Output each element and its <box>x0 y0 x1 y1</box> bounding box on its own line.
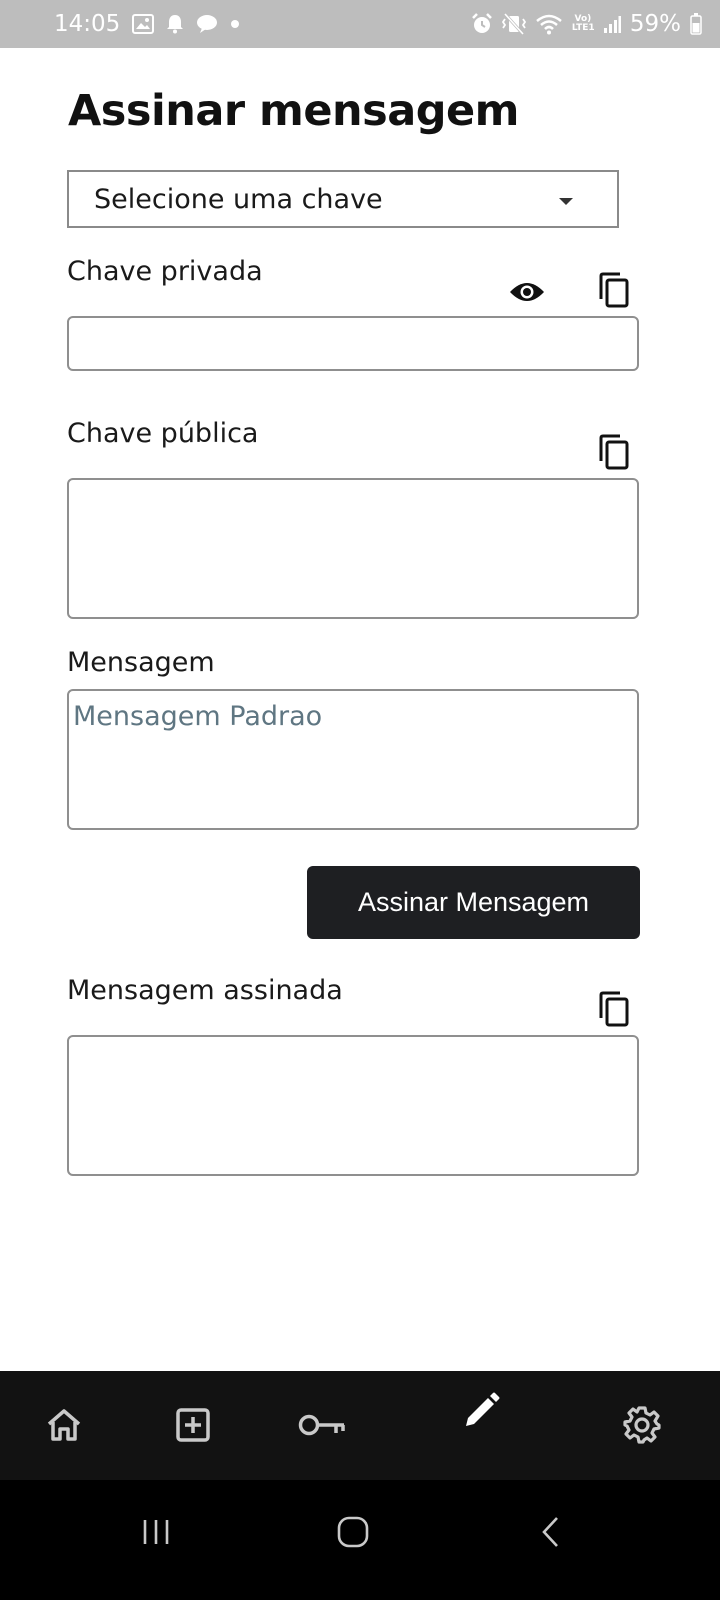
message-placeholder: Mensagem Padrao <box>73 701 323 732</box>
signed-message-textarea[interactable] <box>67 1035 639 1176</box>
copy-public-key-icon[interactable] <box>594 432 634 472</box>
home-button-icon[interactable] <box>323 1502 383 1562</box>
status-time: 14:05 <box>54 11 121 37</box>
signal-icon <box>603 14 621 34</box>
copy-signed-message-icon[interactable] <box>594 989 634 1029</box>
signed-message-label: Mensagem assinada <box>67 975 343 1006</box>
key-select-dropdown[interactable]: Selecione uma chave <box>67 170 619 228</box>
battery-percent: 59% <box>629 11 681 37</box>
recent-apps-icon[interactable] <box>126 1502 186 1562</box>
message-label: Mensagem <box>67 647 215 678</box>
key-icon[interactable] <box>296 1399 348 1451</box>
dropdown-caret-icon <box>559 198 573 205</box>
alarm-icon <box>471 13 493 35</box>
edit-pencil-icon[interactable] <box>455 1385 507 1437</box>
private-key-input[interactable] <box>67 316 639 371</box>
public-key-textarea[interactable] <box>67 478 639 619</box>
gallery-icon <box>132 14 155 34</box>
notification-bell-icon <box>166 14 184 34</box>
home-icon[interactable] <box>38 1399 90 1451</box>
bottom-navigation <box>0 1371 720 1480</box>
key-select-value: Selecione uma chave <box>94 183 383 215</box>
wifi-icon <box>535 13 563 35</box>
copy-private-key-icon[interactable] <box>594 270 634 310</box>
dot-icon <box>230 19 240 29</box>
settings-gear-icon[interactable] <box>616 1399 668 1451</box>
back-icon[interactable] <box>521 1502 581 1562</box>
battery-icon <box>690 13 702 35</box>
public-key-label: Chave pública <box>67 418 259 449</box>
status-bar: 14:05 Vo) LTE1 59% <box>0 0 720 48</box>
sign-message-button[interactable]: Assinar Mensagem <box>307 866 640 939</box>
page-title: Assinar mensagem <box>68 86 519 136</box>
add-box-icon[interactable] <box>167 1399 219 1451</box>
message-textarea[interactable]: Mensagem Padrao <box>67 689 639 830</box>
vibrate-mute-icon <box>501 13 526 35</box>
chat-bubble-icon <box>196 14 218 34</box>
network-label: Vo) LTE1 <box>571 14 595 33</box>
private-key-label: Chave privada <box>67 256 263 287</box>
eye-icon[interactable] <box>507 272 547 312</box>
system-navigation-bar <box>0 1480 720 1600</box>
